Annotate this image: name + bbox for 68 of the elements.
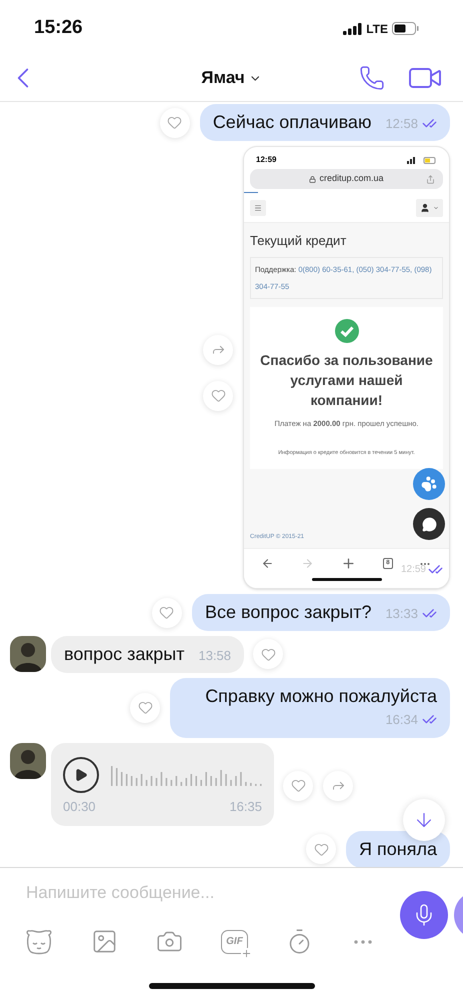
user-menu-button[interactable] xyxy=(416,198,443,216)
chat-bubble-icon xyxy=(422,516,436,532)
like-button[interactable] xyxy=(253,639,284,669)
forward-button[interactable] xyxy=(203,334,233,364)
message-text: Все вопрос закрыт? xyxy=(204,601,372,624)
paw-icon xyxy=(421,476,437,492)
message-bubble[interactable]: Все вопрос закрыт? 13:33 xyxy=(192,594,450,631)
battery-icon xyxy=(407,156,437,164)
message-time: 12:58 xyxy=(385,114,418,132)
message-time: 16:35 xyxy=(229,798,262,816)
like-button[interactable] xyxy=(130,692,160,723)
like-button[interactable] xyxy=(203,380,233,410)
clock: 15:26 xyxy=(34,16,83,40)
menu-icon xyxy=(254,204,262,212)
back-icon[interactable] xyxy=(261,557,274,570)
sticker-icon[interactable] xyxy=(25,928,53,954)
heart-icon xyxy=(167,115,182,130)
screenshot-time: 12:59 xyxy=(256,154,276,166)
voice-duration: 00:30 xyxy=(63,798,96,816)
menu-button[interactable] xyxy=(250,200,266,216)
message-text: Я поняла xyxy=(359,838,437,860)
play-button[interactable] xyxy=(63,756,99,792)
avatar-icon[interactable] xyxy=(10,636,46,672)
scroll-down-button[interactable] xyxy=(403,799,445,841)
share-icon[interactable] xyxy=(426,174,435,184)
chat-button[interactable] xyxy=(413,508,445,540)
message-time: 16:34 xyxy=(385,711,418,729)
heart-icon xyxy=(260,646,276,662)
message-bubble[interactable]: Справку можно пожалуйста 16:34 xyxy=(170,678,450,738)
message-time: 13:33 xyxy=(385,604,418,622)
network-label: LTE xyxy=(366,20,388,38)
gallery-icon[interactable] xyxy=(91,928,118,955)
message-text: Сейчас оплачиваю xyxy=(212,111,372,134)
success-title: Спасибо за пользование услугами нашей компании! xyxy=(259,350,434,410)
heart-icon xyxy=(290,778,306,793)
phone-icon[interactable] xyxy=(359,65,385,91)
page-title: Текущий кредит xyxy=(250,232,348,250)
heart-icon xyxy=(159,605,174,620)
like-button[interactable] xyxy=(152,598,182,628)
like-button[interactable] xyxy=(306,834,336,864)
screenshot-image[interactable] xyxy=(243,146,450,589)
message-bubble[interactable]: Сейчас оплачиваю 12:58 xyxy=(200,104,450,141)
lock-icon xyxy=(309,176,316,182)
avatar-icon[interactable] xyxy=(10,742,46,778)
url-bar[interactable]: creditup.com.ua xyxy=(250,169,443,189)
mic-button[interactable] xyxy=(400,891,448,939)
message-bubble[interactable]: вопрос закрыт 13:58 xyxy=(51,636,244,673)
like-button[interactable] xyxy=(283,770,313,800)
forward-icon[interactable] xyxy=(301,557,314,570)
signal-icon xyxy=(343,22,362,34)
battery-icon xyxy=(392,22,419,35)
message-input[interactable]: Напишите сообщение... xyxy=(26,880,366,906)
caret-icon xyxy=(433,204,439,210)
user-icon xyxy=(420,202,430,212)
message-text: вопрос закрыт xyxy=(64,643,184,666)
new-tab-icon[interactable] xyxy=(341,556,356,571)
play-icon xyxy=(74,768,88,782)
heart-icon xyxy=(138,700,152,716)
message-text: Справку можно пожалуйста xyxy=(205,685,437,708)
message-bubble[interactable]: Я поняла xyxy=(346,830,450,867)
heart-icon xyxy=(210,388,226,403)
paw-button[interactable] xyxy=(413,468,445,500)
message-time: 13:58 xyxy=(198,646,232,664)
chat-title[interactable]: Ямач xyxy=(201,65,262,91)
success-check-icon xyxy=(334,318,358,342)
forward-button[interactable] xyxy=(323,770,353,800)
like-button[interactable] xyxy=(160,108,190,138)
heart-icon xyxy=(314,842,329,856)
